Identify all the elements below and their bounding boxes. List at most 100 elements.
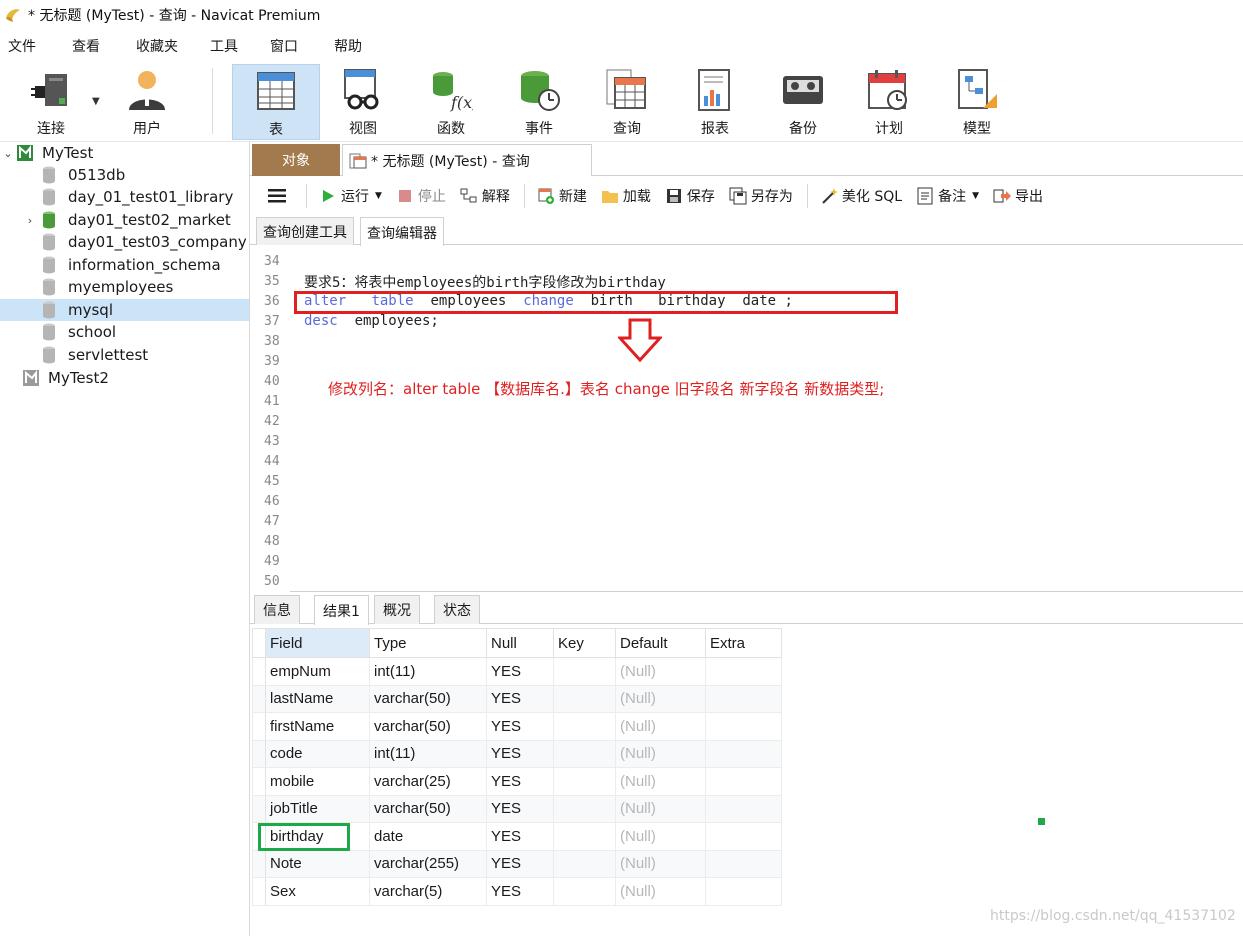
table-cell[interactable]: firstName — [265, 712, 370, 741]
row-header[interactable] — [252, 657, 266, 686]
tab-query[interactable]: * 无标题 (MyTest) - 查询 — [342, 144, 592, 176]
table-cell[interactable]: (Null) — [615, 877, 706, 906]
explain-button[interactable]: 解释 — [460, 186, 510, 206]
table-cell[interactable]: Sex — [265, 877, 370, 906]
row-header[interactable] — [252, 684, 266, 713]
table-cell[interactable]: (Null) — [615, 712, 706, 741]
nav-item-mysql[interactable]: mysql — [0, 299, 249, 321]
nav-item-school[interactable]: school — [0, 321, 249, 343]
table-cell[interactable]: varchar(25) — [369, 767, 487, 796]
tab-result1[interactable]: 结果1 — [314, 595, 369, 625]
column-header-null[interactable]: Null — [486, 628, 554, 658]
schedule-button[interactable]: 计划 — [846, 64, 932, 140]
table-cell[interactable] — [705, 877, 782, 906]
backup-button[interactable]: 备份 — [760, 64, 846, 140]
run-dropdown-icon[interactable]: ▼ — [375, 191, 382, 201]
row-header[interactable] — [252, 794, 266, 823]
table-cell[interactable] — [705, 822, 782, 851]
menu-view[interactable]: 查看 — [72, 36, 100, 56]
table-cell[interactable] — [705, 684, 782, 713]
table-cell[interactable]: YES — [486, 794, 554, 823]
table-row[interactable]: Note varchar(255) YES (Null) — [252, 849, 782, 878]
table-cell[interactable] — [553, 739, 616, 768]
nav-item-day01-test02-market[interactable]: › day01_test02_market — [0, 209, 249, 231]
table-cell[interactable]: YES — [486, 767, 554, 796]
tab-query-editor[interactable]: 查询编辑器 — [360, 217, 444, 247]
event-button[interactable]: 事件 — [496, 64, 582, 140]
connect-dropdown-icon[interactable]: ▼ — [92, 96, 100, 107]
table-cell[interactable]: YES — [486, 739, 554, 768]
nav-item-mytest[interactable]: ⌄ MyTest — [0, 142, 249, 164]
table-cell[interactable]: (Null) — [615, 849, 706, 878]
run-button[interactable]: 运行 ▼ — [319, 186, 382, 206]
menu-favorites[interactable]: 收藏夹 — [136, 36, 178, 56]
query-button[interactable]: 查询 — [584, 64, 670, 140]
table-cell[interactable] — [553, 767, 616, 796]
comment-button[interactable]: 备注 ▼ — [916, 186, 979, 206]
table-cell[interactable]: YES — [486, 877, 554, 906]
table-button[interactable]: 表 — [232, 64, 320, 140]
table-cell[interactable]: YES — [486, 657, 554, 686]
menu-file[interactable]: 文件 — [8, 36, 36, 56]
table-cell[interactable] — [553, 877, 616, 906]
column-header-field[interactable]: Field — [265, 628, 370, 658]
tab-query-builder[interactable]: 查询创建工具 — [256, 217, 354, 245]
table-cell[interactable]: date — [369, 822, 487, 851]
nav-item-information-schema[interactable]: information_schema — [0, 254, 249, 276]
nav-item-mytest2[interactable]: MyTest2 — [0, 367, 249, 389]
chevron-right-icon[interactable]: › — [18, 214, 42, 227]
nav-item-myemployees[interactable]: myemployees — [0, 276, 249, 298]
beautify-sql-button[interactable]: 美化 SQL — [820, 186, 902, 206]
table-cell[interactable]: varchar(50) — [369, 712, 487, 741]
table-cell[interactable]: varchar(5) — [369, 877, 487, 906]
chevron-down-icon[interactable]: ⌄ — [0, 147, 16, 160]
table-row[interactable]: empNum int(11) YES (Null) — [252, 657, 782, 686]
table-cell[interactable]: YES — [486, 822, 554, 851]
table-cell[interactable]: (Null) — [615, 657, 706, 686]
nav-item-0513db[interactable]: 0513db — [0, 164, 249, 186]
table-cell[interactable]: varchar(255) — [369, 849, 487, 878]
table-cell[interactable]: varchar(50) — [369, 684, 487, 713]
table-cell[interactable] — [705, 739, 782, 768]
table-cell[interactable]: code — [265, 739, 370, 768]
menu-tools[interactable]: 工具 — [210, 36, 238, 56]
table-cell[interactable]: lastName — [265, 684, 370, 713]
table-cell[interactable]: int(11) — [369, 657, 487, 686]
row-header[interactable] — [252, 849, 266, 878]
row-header[interactable] — [252, 767, 266, 796]
table-cell[interactable]: (Null) — [615, 739, 706, 768]
table-cell[interactable] — [553, 849, 616, 878]
save-button[interactable]: 保存 — [665, 186, 715, 206]
export-button[interactable]: 导出 — [993, 186, 1043, 206]
table-cell[interactable] — [553, 712, 616, 741]
model-button[interactable]: 模型 — [934, 64, 1020, 140]
view-button[interactable]: 视图 — [320, 64, 406, 140]
nav-item-servlettest[interactable]: servlettest — [0, 344, 249, 366]
table-cell[interactable]: jobTitle — [265, 794, 370, 823]
sql-editor[interactable]: 34 35 36 37 38 39 40 41 42 43 44 45 46 4… — [250, 246, 1243, 592]
table-cell[interactable]: YES — [486, 849, 554, 878]
table-cell[interactable]: int(11) — [369, 739, 487, 768]
table-cell[interactable] — [553, 822, 616, 851]
tab-profile[interactable]: 概况 — [374, 595, 420, 624]
tab-status[interactable]: 状态 — [434, 595, 480, 624]
column-header-type[interactable]: Type — [369, 628, 487, 658]
nav-item-day-01-test01-library[interactable]: day_01_test01_library — [0, 186, 249, 208]
table-cell[interactable]: varchar(50) — [369, 794, 487, 823]
table-cell[interactable]: (Null) — [615, 822, 706, 851]
stop-button[interactable]: 停止 — [396, 186, 446, 206]
table-row[interactable]: mobile varchar(25) YES (Null) — [252, 767, 782, 796]
menu-help[interactable]: 帮助 — [334, 36, 362, 56]
table-cell[interactable] — [705, 767, 782, 796]
function-button[interactable]: f(x) 函数 — [408, 64, 494, 140]
table-cell[interactable] — [705, 794, 782, 823]
table-row[interactable]: Sex varchar(5) YES (Null) — [252, 877, 782, 906]
table-cell[interactable] — [553, 657, 616, 686]
table-cell[interactable]: YES — [486, 712, 554, 741]
column-header-extra[interactable]: Extra — [705, 628, 782, 658]
table-cell[interactable] — [553, 794, 616, 823]
row-header[interactable] — [252, 877, 266, 906]
tab-info[interactable]: 信息 — [254, 595, 300, 624]
table-row[interactable]: lastName varchar(50) YES (Null) — [252, 684, 782, 713]
user-button[interactable]: 用户 — [104, 64, 190, 140]
